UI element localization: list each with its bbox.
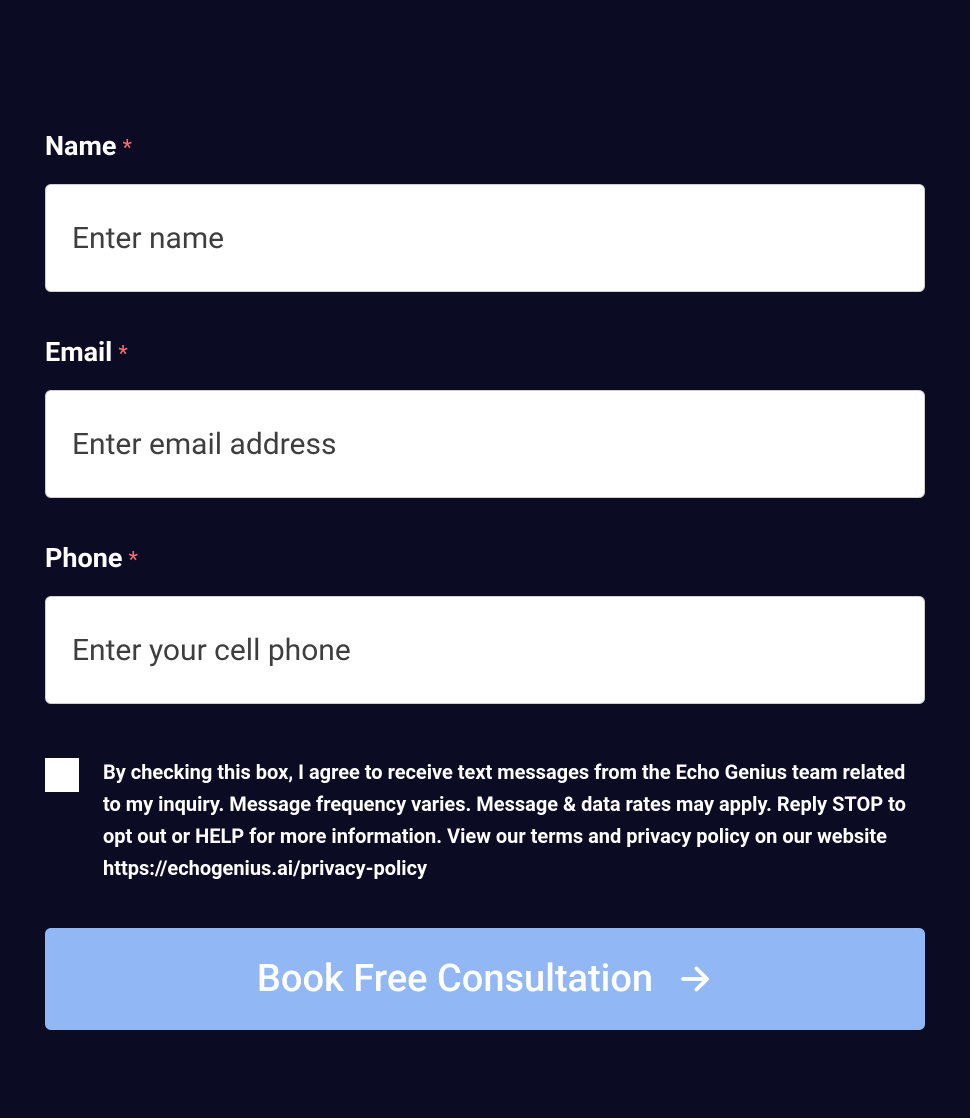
consultation-form: Name * Email * Phone * By checking this … bbox=[45, 130, 925, 1030]
book-consultation-button[interactable]: Book Free Consultation bbox=[45, 928, 925, 1030]
name-field-group: Name * bbox=[45, 130, 925, 292]
consent-row: By checking this box, I agree to receive… bbox=[45, 756, 925, 884]
email-label: Email * bbox=[45, 336, 925, 368]
phone-input[interactable] bbox=[45, 596, 925, 704]
consent-checkbox[interactable] bbox=[45, 758, 79, 792]
name-input[interactable] bbox=[45, 184, 925, 292]
email-field[interactable] bbox=[45, 390, 925, 498]
arrow-right-icon bbox=[677, 961, 713, 997]
submit-button-label: Book Free Consultation bbox=[257, 957, 653, 1001]
required-star-icon: * bbox=[118, 342, 127, 367]
phone-label: Phone * bbox=[45, 542, 925, 574]
required-star-icon: * bbox=[128, 548, 137, 573]
email-field-group: Email * bbox=[45, 336, 925, 498]
phone-field-group: Phone * bbox=[45, 542, 925, 704]
required-star-icon: * bbox=[122, 136, 131, 161]
name-label-text: Name bbox=[45, 130, 116, 162]
email-label-text: Email bbox=[45, 336, 112, 368]
phone-label-text: Phone bbox=[45, 542, 122, 574]
consent-text: By checking this box, I agree to receive… bbox=[103, 756, 925, 884]
name-label: Name * bbox=[45, 130, 925, 162]
